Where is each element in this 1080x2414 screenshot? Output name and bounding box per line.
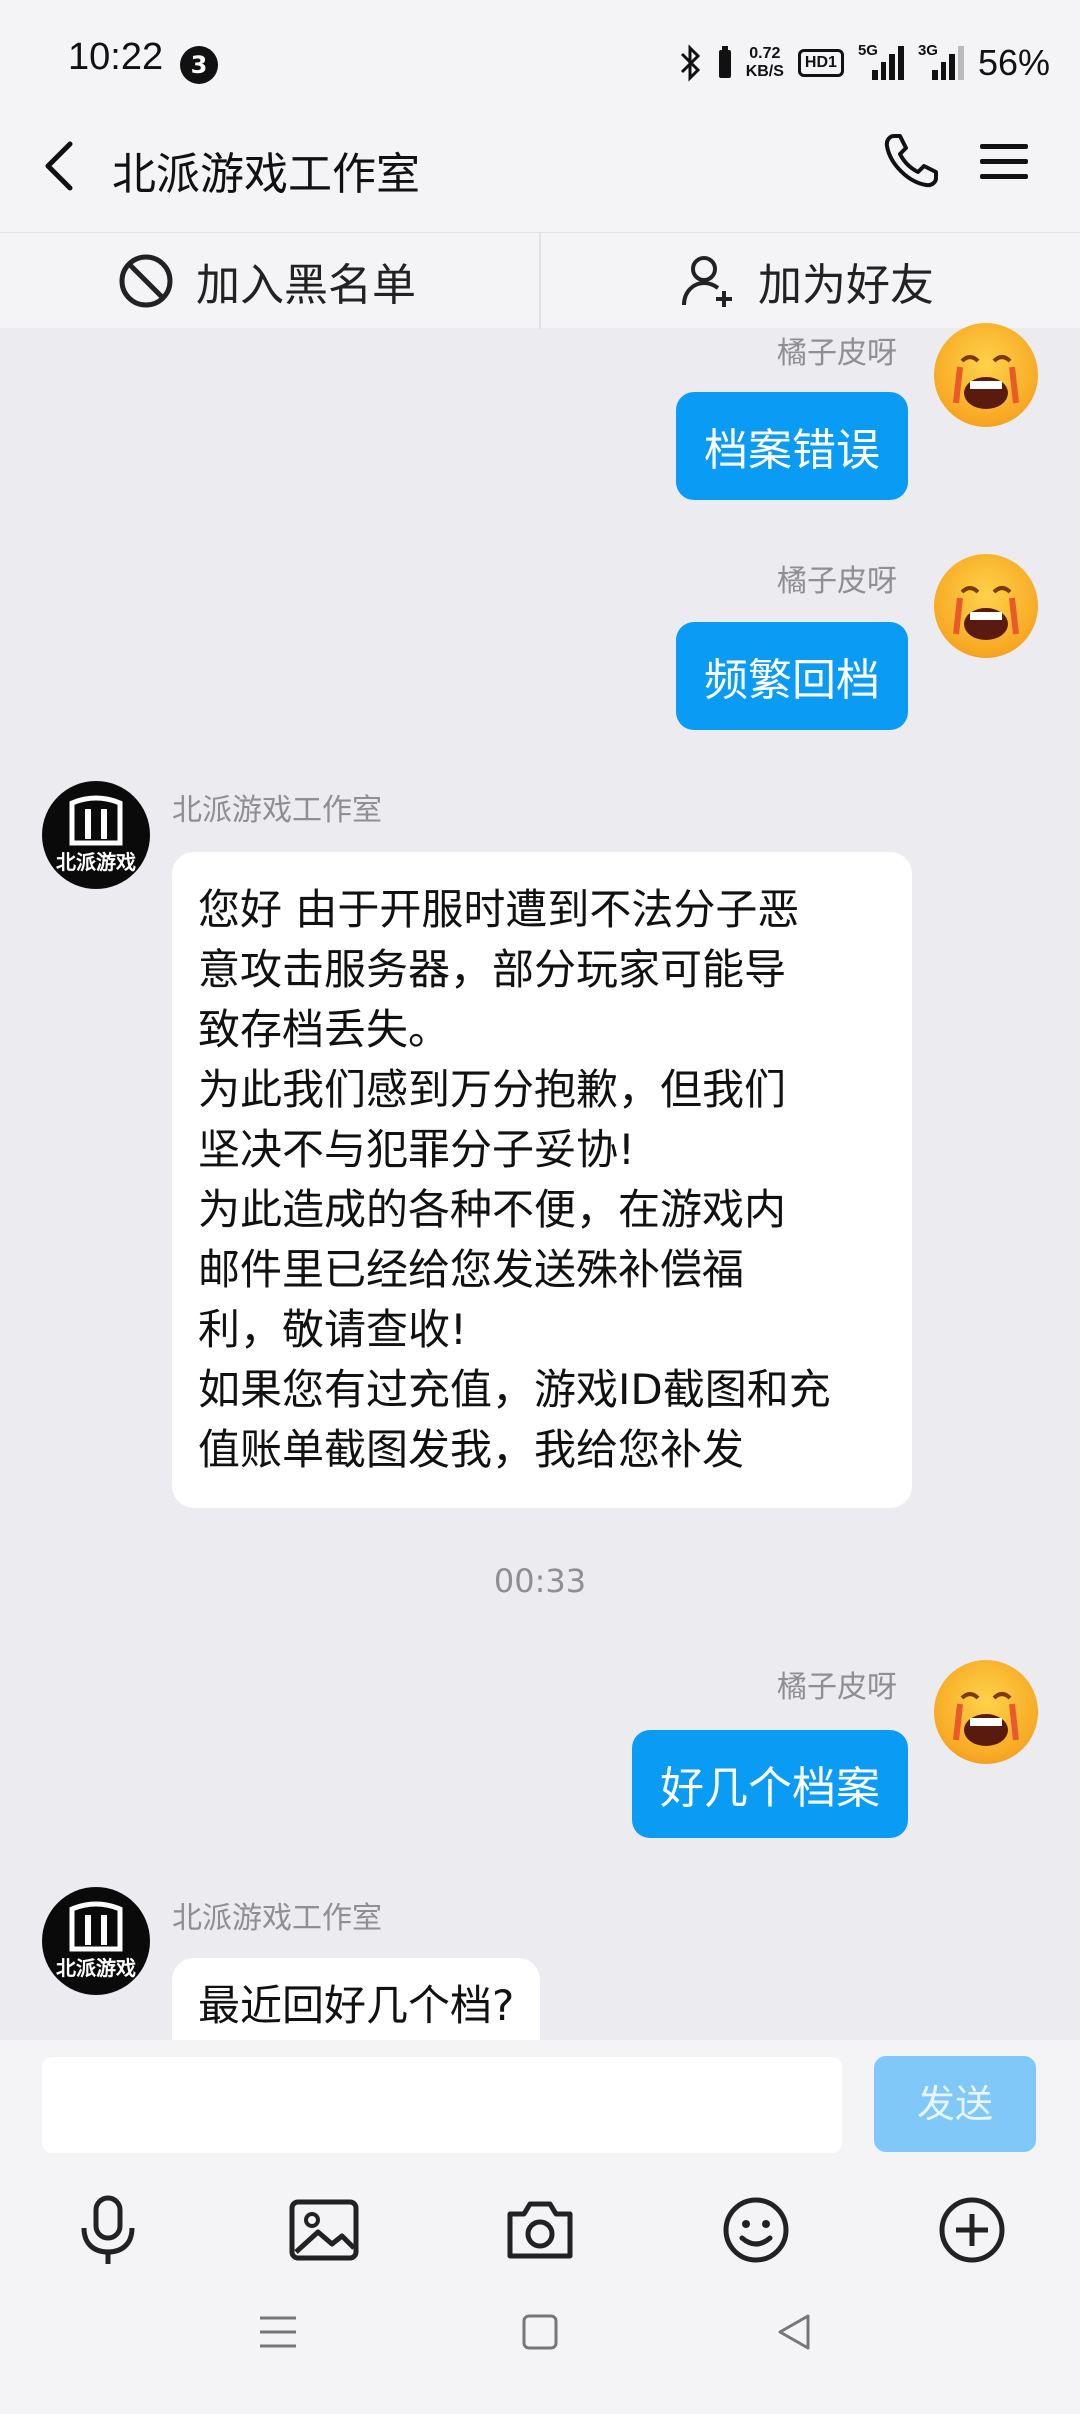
battery-saver-icon [718,46,731,78]
sender-name: 橘子皮呀 [777,1670,897,1705]
message-timestamp: 00:33 [493,1562,587,1600]
hd-voice-icon: HD1 [797,49,844,77]
message-line: 如果您有过充值，游戏ID截图和充 [198,1365,831,1414]
message-line: 意攻击服务器，部分玩家可能导 [198,945,787,994]
studio-logo-icon: 北派游戏 [56,1901,136,1980]
plus-icon[interactable] [932,2190,1012,2270]
message-line: 致存档丢失。 [198,1005,451,1054]
action-divider [539,233,541,329]
block-label: 加入黑名单 [196,260,416,311]
back-arrow-icon[interactable] [36,136,86,196]
message-line: 邮件里已经给您发送殊补偿福 [198,1245,745,1294]
avatar[interactable] [934,554,1038,658]
bluetooth-icon [680,44,700,82]
home-icon[interactable] [518,2310,562,2354]
crying-face-icon [953,586,1019,640]
network-speed-unit: KB/S [745,63,784,80]
phone-icon[interactable] [880,130,942,192]
image-icon[interactable] [284,2190,364,2270]
avatar[interactable] [934,1660,1038,1764]
crying-face-icon [953,1692,1019,1746]
send-button[interactable]: 发送 [874,2056,1036,2152]
signal-3g-label: 3G [917,42,938,59]
crying-face-icon [953,355,1019,409]
message-bubble-outgoing[interactable]: 频繁回档 [676,622,908,730]
studio-logo-text: 北派游戏 [56,1956,136,1980]
sender-name: 橘子皮呀 [777,564,897,599]
add-friend-button[interactable]: 加为好友 [680,233,934,329]
signal-3g-icon: 3G [918,42,964,80]
message-bubble-outgoing[interactable]: 好几个档案 [632,1730,908,1838]
status-time: 10:22 [68,36,164,78]
message-bubble-outgoing[interactable]: 档案错误 [676,392,908,500]
message-line: 坚决不与犯罪分子妥协! [198,1125,635,1174]
message-line: 值账单截图发我，我给您补发 [198,1425,745,1474]
block-button[interactable]: 加入黑名单 [118,233,416,329]
add-friend-label: 加为好友 [758,260,934,311]
message-line: 为此造成的各种不便，在游戏内 [198,1185,787,1234]
avatar[interactable] [934,323,1038,427]
network-speed-value: 0.72 [749,45,781,62]
message-line: 最近回好几个档? [198,1981,515,2030]
battery-level: 56% [977,42,1050,83]
camera-icon[interactable] [500,2190,580,2270]
menu-icon[interactable] [256,2310,300,2354]
network-speed: 0.72 KB/S [746,45,784,81]
message-line: 为此我们感到万分抱歉，但我们 [198,1065,787,1114]
block-icon [119,254,173,308]
signal-5g-icon: 5G [858,42,904,80]
avatar[interactable]: 北派游戏 [42,1887,150,1995]
chat-header: 北派游戏工作室 [0,100,1080,235]
message-input[interactable] [42,2057,842,2153]
microphone-icon[interactable] [68,2190,148,2270]
sender-name: 北派游戏工作室 [172,1901,382,1936]
add-user-icon [682,256,732,307]
emoji-icon[interactable] [716,2190,796,2270]
back-icon[interactable] [772,2310,816,2354]
message-bubble-incoming[interactable]: 您好 由于开服时遭到不法分子恶 意攻击服务器，部分玩家可能导 致存档丢失。 为此… [172,852,912,1508]
studio-logo-icon: 北派游戏 [56,795,136,874]
status-right: 0.72 KB/S HD1 5G 3G 56% [678,38,1050,88]
avatar[interactable]: 北派游戏 [42,781,150,889]
message-line: 您好 由于开服时遭到不法分子恶 [198,885,800,934]
message-line: 利，敬请查收! [198,1305,467,1354]
signal-5g-label: 5G [857,42,878,59]
action-bar: 加入黑名单 加为好友 [0,232,1080,329]
composer: 发送 [0,2040,1080,2414]
notification-count-badge: 3 [180,46,218,84]
menu-icon[interactable] [978,140,1030,184]
sender-name: 北派游戏工作室 [172,793,382,828]
studio-logo-text: 北派游戏 [56,850,136,874]
sender-name: 橘子皮呀 [777,336,897,371]
chat-title: 北派游戏工作室 [112,149,420,200]
